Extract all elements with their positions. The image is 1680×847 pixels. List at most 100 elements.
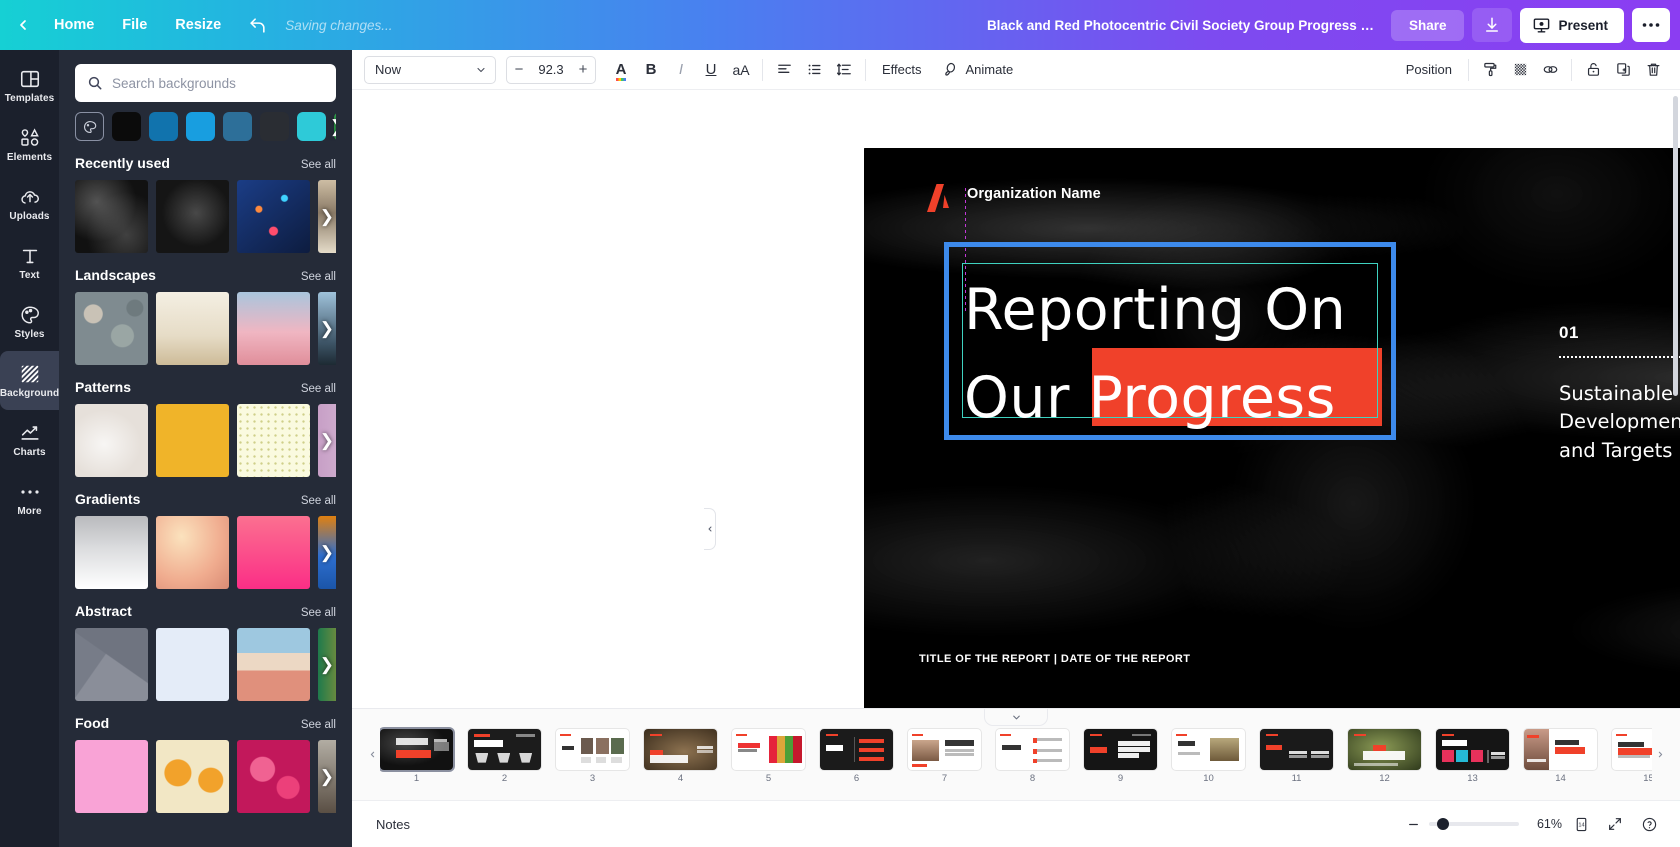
slide-canvas[interactable]: Organization Name Reporting On Our Progr… (864, 148, 1680, 708)
background-tile[interactable] (156, 292, 229, 365)
sidebar-item-styles[interactable]: Styles (0, 292, 59, 351)
background-tile[interactable] (237, 180, 310, 253)
see-all-link[interactable]: See all (301, 159, 336, 171)
see-all-link[interactable]: See all (301, 607, 336, 619)
organization-name-text[interactable]: Organization Name (967, 186, 1101, 202)
color-picker-icon[interactable] (75, 112, 104, 141)
sidebar-item-uploads[interactable]: Uploads (0, 174, 59, 233)
slide-thumbnail[interactable] (644, 729, 717, 770)
see-all-link[interactable]: See all (301, 719, 336, 731)
slide-thumbnail[interactable] (1084, 729, 1157, 770)
font-size-decrease[interactable]: − (507, 57, 531, 83)
swatch-3[interactable] (186, 112, 215, 141)
fullscreen-button[interactable] (1600, 809, 1630, 839)
search-box[interactable] (75, 64, 336, 102)
slide-thumbnail[interactable] (996, 729, 1069, 770)
background-tile[interactable] (237, 628, 310, 701)
thumbnail-item[interactable]: 15 (1612, 729, 1652, 784)
canvas-vertical-scrollbar[interactable] (1673, 96, 1678, 656)
slide-title-text[interactable]: Reporting On Our Progress (964, 266, 1376, 443)
background-tile[interactable] (156, 740, 229, 813)
underline-button[interactable]: U (696, 55, 726, 85)
sidebar-item-more[interactable]: More (0, 469, 59, 528)
thumbnail-item[interactable]: 11 (1260, 729, 1333, 784)
see-all-link[interactable]: See all (301, 495, 336, 507)
slide-footer-text[interactable]: TITLE OF THE REPORT | DATE OF THE REPORT (919, 653, 1190, 665)
swatch-1[interactable] (112, 112, 141, 141)
design-title[interactable]: Black and Red Photocentric Civil Society… (987, 18, 1377, 33)
transparency-button[interactable] (1505, 55, 1535, 85)
thumbnail-item[interactable]: 14 (1524, 729, 1597, 784)
background-tile[interactable] (156, 180, 229, 253)
notes-button[interactable]: Notes (368, 812, 418, 837)
sidebar-item-elements[interactable]: Elements (0, 115, 59, 174)
thumbnail-item[interactable]: 7 (908, 729, 981, 784)
panel-scroll-area[interactable]: ❯ Recently used See all ❯ Landscapes (75, 50, 336, 847)
line-spacing-button[interactable] (829, 55, 859, 85)
background-tile[interactable] (237, 292, 310, 365)
sidebar-item-text[interactable]: Text (0, 233, 59, 292)
slide-thumbnail[interactable] (556, 729, 629, 770)
file-menu[interactable]: File (108, 10, 161, 40)
sidebar-item-background[interactable]: Background (0, 351, 59, 410)
italic-button[interactable]: I (666, 55, 696, 85)
font-size-input[interactable]: 92.3 (531, 62, 571, 77)
undo-button[interactable] (239, 8, 275, 42)
position-button[interactable]: Position (1396, 55, 1462, 85)
slide-thumbnail[interactable] (1348, 729, 1421, 770)
background-tile[interactable] (237, 740, 310, 813)
chevron-right-icon[interactable]: ❯ (330, 117, 336, 137)
swatch-2[interactable] (149, 112, 178, 141)
bold-button[interactable]: B (636, 55, 666, 85)
animate-button[interactable]: Animate (932, 55, 1024, 85)
background-tile[interactable] (75, 292, 148, 365)
panel-collapse-handle[interactable] (704, 508, 716, 550)
chevron-right-icon[interactable]: ❯ (320, 767, 334, 787)
swatch-6[interactable] (297, 112, 326, 141)
thumbnail-item[interactable]: 10 (1172, 729, 1245, 784)
download-button[interactable] (1472, 8, 1513, 42)
canvas-area[interactable]: Organization Name Reporting On Our Progr… (352, 90, 1680, 708)
slide-thumbnail[interactable] (820, 729, 893, 770)
slide-thumbnail[interactable] (1260, 729, 1333, 770)
font-size-increase[interactable]: + (571, 57, 595, 83)
background-tile[interactable] (156, 404, 229, 477)
thumbnail-item[interactable]: 9 (1084, 729, 1157, 784)
present-button[interactable]: Present (1520, 7, 1624, 43)
effects-button[interactable]: Effects (872, 55, 932, 85)
background-tile[interactable] (75, 516, 148, 589)
duplicate-button[interactable] (1608, 55, 1638, 85)
zoom-slider-thumb[interactable] (1437, 818, 1449, 830)
thumbnail-item[interactable]: 5 (732, 729, 805, 784)
background-tile[interactable] (156, 628, 229, 701)
background-tile[interactable] (237, 404, 310, 477)
swatch-5[interactable] (260, 112, 289, 141)
list-button[interactable] (799, 55, 829, 85)
triangle-A-logo-icon[interactable] (922, 183, 954, 213)
thumbnail-item[interactable]: 8 (996, 729, 1069, 784)
zoom-slider[interactable] (1429, 818, 1519, 830)
slide-thumbnail[interactable] (468, 729, 541, 770)
slide-thumbnail[interactable] (1172, 729, 1245, 770)
section-subtitle-text[interactable]: Sustainable Development Goals and Target… (1559, 380, 1680, 465)
thumbnail-item[interactable]: 6 (820, 729, 893, 784)
help-button[interactable] (1634, 809, 1664, 839)
see-all-link[interactable]: See all (301, 383, 336, 395)
scrollbar-thumb[interactable] (1673, 96, 1678, 396)
background-tile[interactable] (75, 404, 148, 477)
chevron-right-icon[interactable]: ❯ (320, 543, 334, 563)
slide-thumbnail[interactable] (1436, 729, 1509, 770)
font-family-select[interactable]: Now (364, 55, 496, 84)
thumbnail-list[interactable]: 1 2 3 4 5 6 7 8 9 10 11 12 13 14 15 (380, 725, 1652, 784)
more-options-button[interactable] (1632, 8, 1670, 42)
background-tile[interactable] (75, 628, 148, 701)
strip-prev-arrow[interactable] (364, 749, 380, 760)
link-button[interactable] (1535, 55, 1565, 85)
share-button[interactable]: Share (1390, 9, 1465, 41)
text-color-button[interactable]: A (606, 55, 636, 85)
chevron-right-icon[interactable]: ❯ (320, 319, 334, 339)
thumbnail-item[interactable]: 1 (380, 729, 453, 784)
thumbnail-item[interactable]: 12 (1348, 729, 1421, 784)
strip-next-arrow[interactable] (1652, 749, 1668, 760)
chevron-right-icon[interactable]: ❯ (320, 655, 334, 675)
